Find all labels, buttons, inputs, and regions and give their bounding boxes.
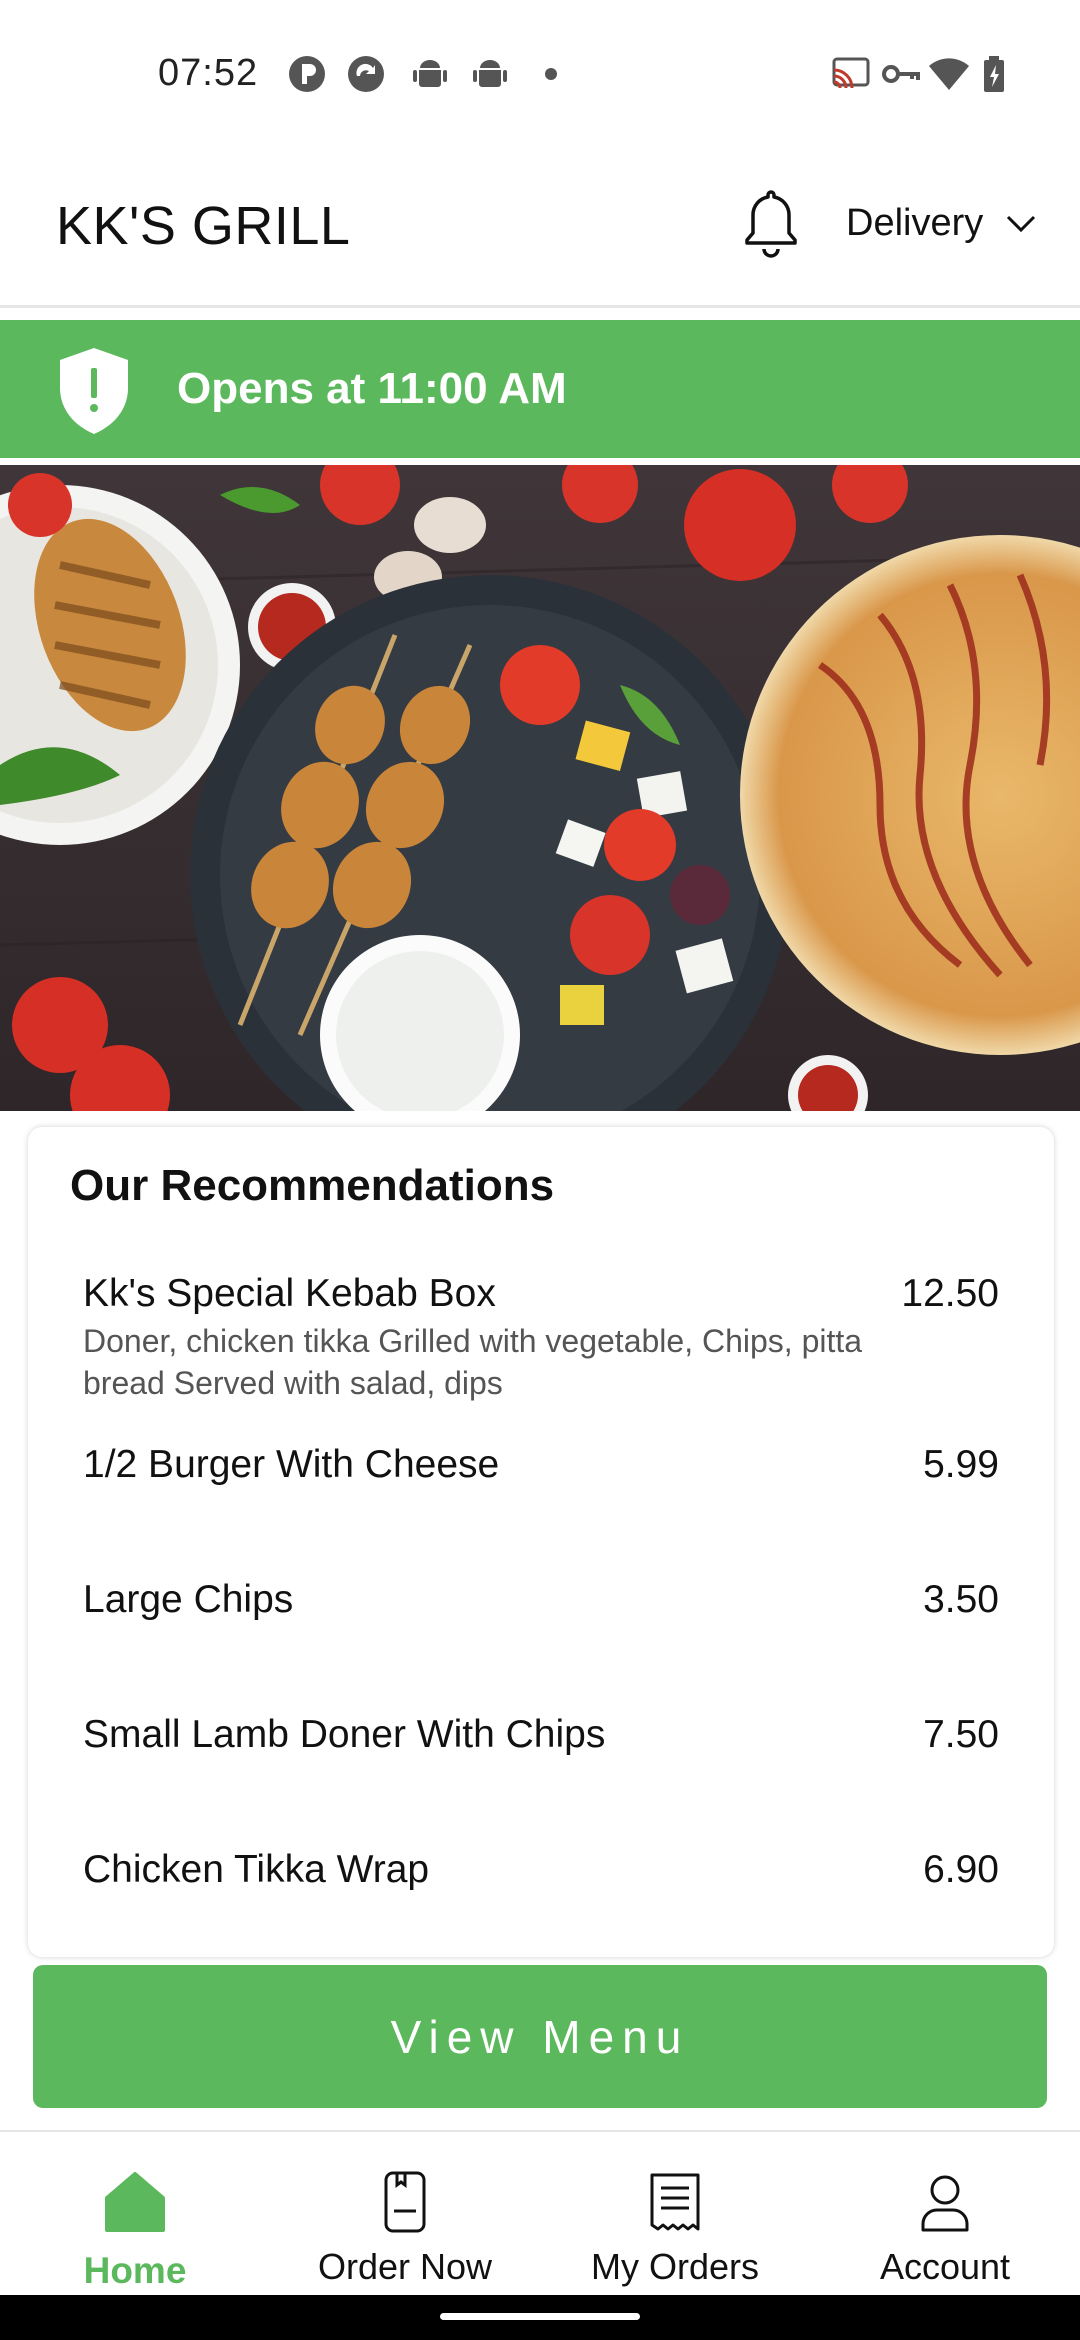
android-icon <box>413 60 447 87</box>
battery-icon <box>984 56 1004 92</box>
android-icon <box>473 60 507 87</box>
status-bar: 07:52 <box>0 0 1080 150</box>
opening-hours-text: Opens at 11:00 AM <box>177 364 567 413</box>
nav-label-home: Home <box>83 2250 187 2291</box>
order-icon <box>384 2171 426 2233</box>
item-name: 1/2 Burger With Cheese <box>83 1443 500 1486</box>
home-icon <box>105 2172 165 2232</box>
item-price: 6.90 <box>923 1848 999 1891</box>
bottom-navigation: Home Order Now My Orders Account <box>0 2130 1080 2295</box>
receipt-icon <box>650 2173 700 2231</box>
item-description: Doner, chicken tikka Grilled with vegeta… <box>83 1323 863 1401</box>
nav-item-order-now[interactable]: Order Now <box>270 2132 540 2297</box>
nav-label-my-orders: My Orders <box>590 2246 759 2287</box>
recommendation-item[interactable]: 1/2 Burger With Cheese 5.99 <box>83 1443 999 1487</box>
item-price: 12.50 <box>901 1272 999 1315</box>
recommendation-item[interactable]: Kk's Special Kebab Box 12.50 Doner, chic… <box>83 1272 999 1404</box>
item-price: 5.99 <box>923 1443 999 1486</box>
item-name: Chicken Tikka Wrap <box>83 1848 430 1891</box>
nav-label-order-now: Order Now <box>317 2246 493 2287</box>
food-photo <box>0 465 1080 1111</box>
system-gesture-bar <box>0 2295 1080 2340</box>
recommendations-title: Our Recommendations <box>70 1161 555 1210</box>
delivery-mode-selector[interactable]: Delivery <box>846 202 1037 245</box>
item-name: Large Chips <box>83 1578 294 1621</box>
item-name: Kk's Special Kebab Box <box>83 1272 496 1315</box>
wifi-icon <box>929 58 969 90</box>
nav-item-my-orders[interactable]: My Orders <box>540 2132 810 2297</box>
delivery-label: Delivery <box>846 202 984 244</box>
item-price: 3.50 <box>923 1578 999 1621</box>
app-notification-icon <box>289 56 325 92</box>
vpn-key-icon <box>882 65 920 83</box>
nav-item-account[interactable]: Account <box>810 2132 1080 2297</box>
opening-hours-banner: Opens at 11:00 AM <box>0 320 1080 458</box>
hero-food-image <box>0 465 1080 1111</box>
nav-item-home[interactable]: Home <box>0 2132 270 2297</box>
nav-label-account: Account <box>879 2246 1011 2287</box>
recommendations-card: Our Recommendations Kk's Special Kebab B… <box>28 1127 1054 1957</box>
shield-alert-icon <box>60 348 128 434</box>
chevron-down-icon <box>1007 215 1036 232</box>
recommendation-item[interactable]: Small Lamb Doner With Chips 7.50 <box>83 1713 999 1757</box>
app-header: KK'S GRILL Delivery <box>0 150 1080 308</box>
user-icon <box>921 2175 969 2232</box>
restaurant-name: KK'S GRILL <box>56 196 351 256</box>
item-name: Small Lamb Doner With Chips <box>83 1713 606 1756</box>
status-time: 07:52 <box>158 52 259 94</box>
more-dot-icon <box>545 68 557 80</box>
home-gesture-handle[interactable] <box>440 2313 640 2320</box>
sync-notification-icon <box>348 56 384 92</box>
cast-icon <box>832 57 870 89</box>
bell-icon[interactable] <box>740 186 802 260</box>
item-price: 7.50 <box>923 1713 999 1756</box>
recommendation-item[interactable]: Chicken Tikka Wrap 6.90 <box>83 1848 999 1892</box>
recommendation-item[interactable]: Large Chips 3.50 <box>83 1578 999 1622</box>
view-menu-button[interactable]: View Menu <box>33 1965 1047 2108</box>
